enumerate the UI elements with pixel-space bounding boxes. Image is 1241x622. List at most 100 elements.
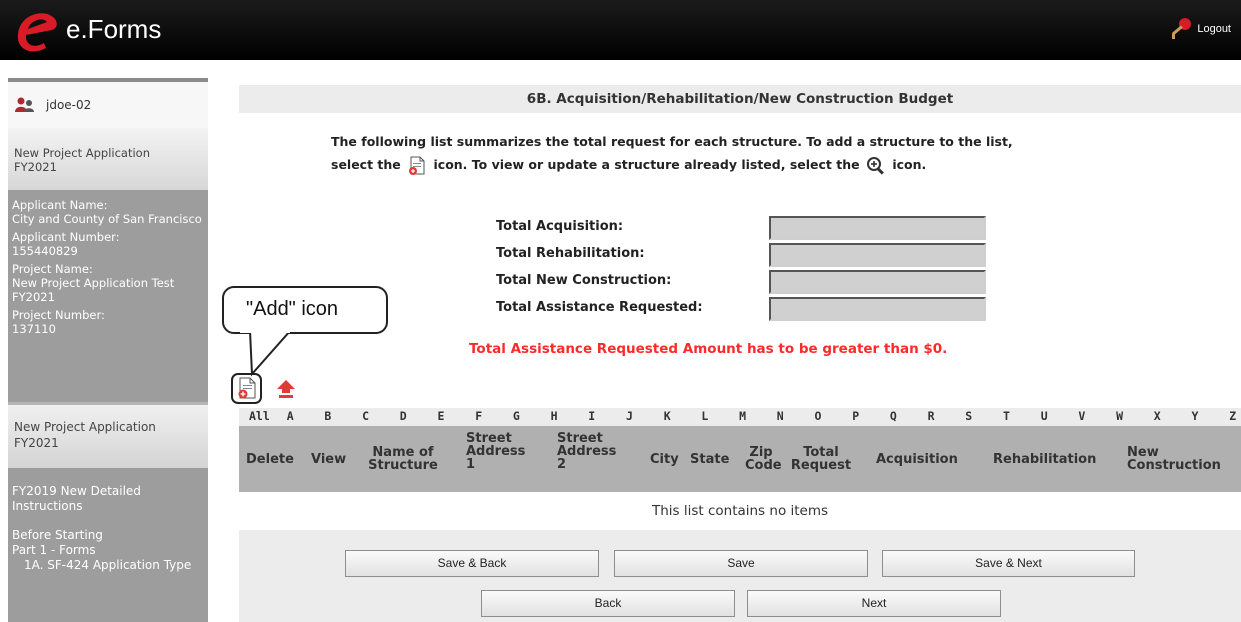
project-line-2: FY2021 — [14, 160, 57, 175]
alpha-filter-k[interactable]: K — [664, 409, 671, 423]
save-back-button[interactable]: Save & Back — [345, 550, 599, 577]
form-footer: Save & Back Save Save & Next Back Next — [239, 530, 1241, 622]
total-rehabilitation-field — [769, 243, 986, 267]
alpha-filter-r[interactable]: R — [928, 409, 935, 423]
alpha-filter-s[interactable]: S — [965, 409, 972, 423]
applicant-name-value: City and County of San Francisco — [12, 212, 202, 227]
save-button[interactable]: Save — [614, 550, 868, 577]
logout-label: Logout — [1197, 23, 1231, 35]
project-number-value: 137110 — [12, 322, 56, 336]
total-rehabilitation-label: Total Rehabilitation: — [496, 246, 645, 261]
applicant-name-label: Applicant Name: — [12, 198, 108, 212]
col-state: State — [690, 452, 730, 467]
applicant-number-value: 155440829 — [12, 244, 78, 259]
col-street-address-2: Street Address 2 — [557, 431, 617, 472]
total-rehabilitation-row: Total Rehabilitation: — [496, 243, 996, 269]
alpha-filter-h[interactable]: H — [551, 409, 558, 423]
col-name-of-structure: Name of Structure — [368, 445, 438, 473]
empty-list-message: This list contains no items — [239, 492, 1241, 530]
alpha-filter-x[interactable]: X — [1154, 409, 1161, 423]
project-line-1: New Project Application — [14, 146, 150, 160]
app-name: e.Forms — [66, 14, 162, 44]
logout-key-icon — [1172, 18, 1192, 39]
sidebar-item-before-starting[interactable]: Before Starting — [12, 528, 208, 543]
total-new-construction-field — [769, 270, 986, 294]
total-acquisition-label: Total Acquisition: — [496, 219, 624, 234]
alpha-filter-j[interactable]: J — [626, 409, 633, 423]
alpha-filter-p[interactable]: P — [852, 409, 859, 423]
alpha-filter-n[interactable]: N — [777, 409, 784, 423]
applicant-info: Applicant Name: City and County of San F… — [8, 190, 208, 402]
sidebar-item-sf424[interactable]: 1A. SF-424 Application Type — [12, 558, 208, 573]
sidebar-user[interactable]: jdoe-02 — [8, 78, 208, 128]
total-assistance-label: Total Assistance Requested: — [496, 300, 703, 315]
alpha-filter-z[interactable]: Z — [1229, 409, 1236, 423]
total-acquisition-field — [769, 216, 986, 240]
user-icon — [15, 97, 34, 112]
sidebar: jdoe-02 New Project Application FY2021 A… — [8, 78, 208, 622]
alpha-filter-all[interactable]: All — [249, 409, 270, 423]
col-city: City — [650, 452, 679, 467]
alpha-filter-c[interactable]: C — [362, 409, 369, 423]
alpha-filter-q[interactable]: Q — [890, 409, 897, 423]
eforms-logo-icon — [17, 13, 57, 52]
upload-icon[interactable] — [275, 378, 297, 400]
col-zip-code: Zip Code — [745, 445, 782, 473]
intro-line-1: The following list summarizes the total … — [331, 134, 1013, 149]
total-assistance-row: Total Assistance Requested: — [496, 297, 996, 323]
alpha-filter-m[interactable]: M — [739, 409, 746, 423]
sidebar-application[interactable]: New Project Application FY2021 — [8, 402, 208, 468]
application-line-2: FY2021 — [14, 435, 59, 450]
col-view: View — [311, 452, 347, 467]
alphabet-filter: All A B C D E F G H I J K L M N O P Q R S T U V W X Y Z — [239, 408, 1241, 426]
alpha-filter-a[interactable]: A — [287, 409, 294, 423]
alpha-filter-w[interactable]: W — [1116, 409, 1123, 423]
applicant-number-label: Applicant Number: — [12, 229, 120, 244]
alpha-filter-d[interactable]: D — [400, 409, 407, 423]
project-number-label: Project Number: — [12, 307, 105, 322]
col-rehabilitation: Rehabilitation — [993, 452, 1097, 467]
add-structure-icon[interactable] — [237, 377, 258, 400]
alpha-filter-e[interactable]: E — [438, 409, 445, 423]
alpha-filter-i[interactable]: I — [588, 409, 595, 423]
alpha-filter-v[interactable]: V — [1078, 409, 1085, 423]
back-button[interactable]: Back — [481, 590, 735, 617]
col-acquisition: Acquisition — [876, 452, 958, 467]
logout-button[interactable]: Logout — [1168, 16, 1231, 42]
validation-warning: Total Assistance Requested Amount has to… — [469, 341, 948, 357]
alpha-filter-b[interactable]: B — [324, 409, 331, 423]
save-next-button[interactable]: Save & Next — [882, 550, 1135, 577]
add-icon-callout: "Add" icon — [222, 286, 388, 334]
col-street-address-1: Street Address 1 — [466, 431, 526, 472]
magnifier-icon — [866, 156, 884, 175]
sidebar-nav: FY2019 New Detailed Instructions Before … — [8, 468, 208, 622]
user-name: jdoe-02 — [46, 98, 92, 112]
alpha-filter-o[interactable]: O — [815, 409, 822, 423]
sidebar-item-part1[interactable]: Part 1 - Forms — [12, 543, 208, 558]
intro-add-text: icon. To view or update a structure alre… — [433, 157, 860, 172]
total-new-construction-label: Total New Construction: — [496, 273, 672, 288]
total-acquisition-row: Total Acquisition: — [496, 216, 996, 242]
alpha-filter-g[interactable]: G — [513, 409, 520, 423]
project-name-label: Project Name: — [12, 261, 93, 276]
next-button[interactable]: Next — [747, 590, 1001, 617]
intro-select-text: select the — [331, 157, 401, 172]
alpha-filter-t[interactable]: T — [1003, 409, 1010, 423]
alpha-filter-l[interactable]: L — [701, 409, 708, 423]
add-document-icon — [409, 156, 425, 175]
col-new-construction: New Construction — [1127, 445, 1221, 473]
alpha-filter-f[interactable]: F — [475, 409, 482, 423]
page-title: 6B. Acquisition/Rehabilitation/New Const… — [239, 85, 1241, 113]
sidebar-project[interactable]: New Project Application FY2021 — [8, 128, 208, 190]
application-line-1: New Project Application — [14, 420, 156, 434]
intro-view-text: icon. — [892, 157, 927, 172]
top-banner: e.Forms Logout — [0, 0, 1241, 60]
sidebar-item-instructions[interactable]: FY2019 New Detailed Instructions — [12, 484, 208, 514]
table-header: Delete View Name of Structure Street Addre… — [239, 426, 1241, 492]
col-total-request: Total Request — [790, 445, 852, 473]
alpha-filter-u[interactable]: U — [1041, 409, 1048, 423]
col-delete: Delete — [246, 452, 294, 467]
alpha-filter-y[interactable]: Y — [1192, 409, 1199, 423]
instructions: The following list summarizes the total … — [331, 130, 1231, 176]
total-assistance-field — [769, 297, 986, 321]
